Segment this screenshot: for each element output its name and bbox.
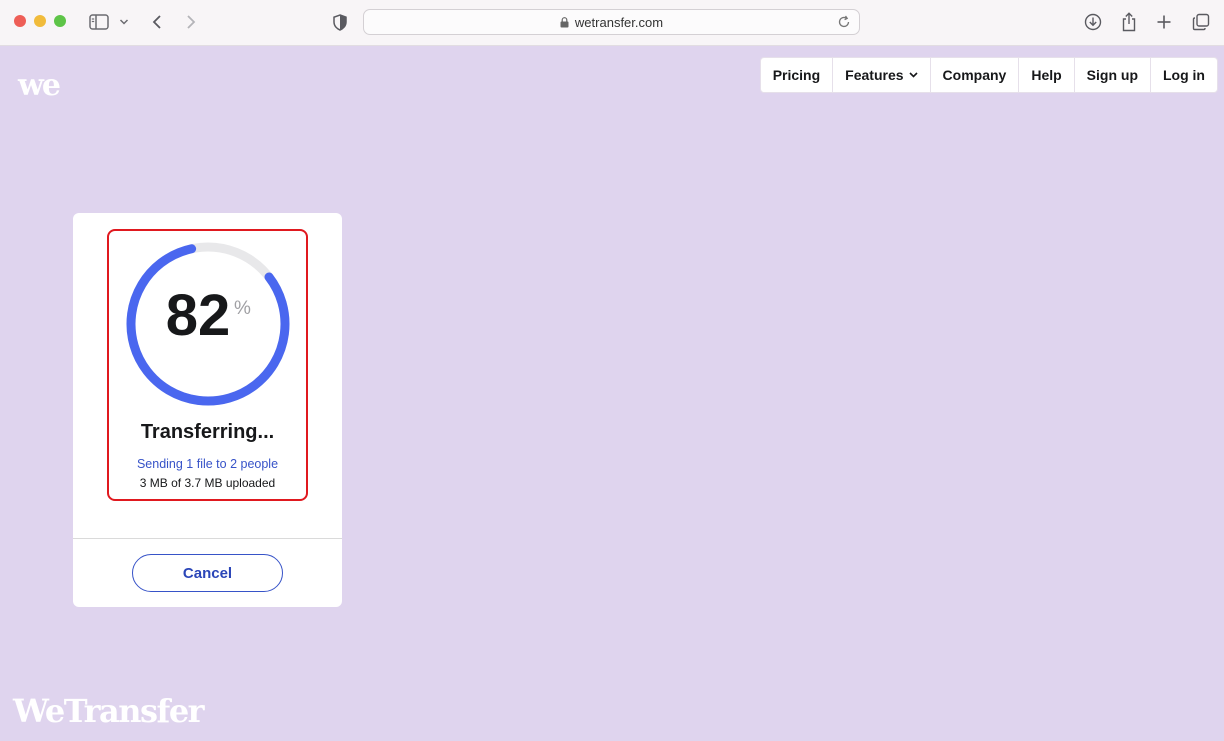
page-content: we Pricing Features Company Help Sign up… — [0, 47, 1224, 741]
maximize-window-button[interactable] — [54, 15, 66, 27]
nav-help[interactable]: Help — [1018, 58, 1073, 92]
downloads-icon[interactable] — [1083, 11, 1103, 33]
browser-toolbar: wetransfer.com — [0, 0, 1224, 46]
nav-sign-up[interactable]: Sign up — [1073, 58, 1150, 92]
back-icon[interactable] — [148, 11, 166, 33]
chevron-down-icon — [908, 72, 918, 78]
lock-icon — [560, 16, 569, 28]
share-icon[interactable] — [1119, 11, 1139, 33]
nav-features-label: Features — [845, 67, 904, 83]
top-nav: Pricing Features Company Help Sign up Lo… — [759, 57, 1218, 93]
highlight-box — [107, 229, 308, 501]
url-text: wetransfer.com — [574, 14, 664, 30]
nav-company[interactable]: Company — [929, 58, 1019, 92]
cancel-button[interactable]: Cancel — [132, 554, 283, 592]
chevron-down-icon[interactable] — [118, 11, 130, 33]
minimize-window-button[interactable] — [34, 15, 46, 27]
wetransfer-wordmark: WeTransfer — [13, 692, 205, 730]
we-logo[interactable]: we — [18, 71, 61, 101]
tab-overview-icon[interactable] — [1191, 11, 1211, 33]
close-window-button[interactable] — [14, 15, 26, 27]
nav-log-in[interactable]: Log in — [1150, 58, 1217, 92]
sidebar-toggle-icon[interactable] — [88, 11, 110, 33]
address-bar[interactable]: wetransfer.com — [363, 9, 860, 35]
card-divider — [73, 538, 342, 539]
forward-icon[interactable] — [182, 11, 200, 33]
nav-pricing[interactable]: Pricing — [761, 58, 832, 92]
nav-features[interactable]: Features — [832, 58, 929, 92]
privacy-shield-icon[interactable] — [331, 11, 349, 33]
transfer-card: 82 % Transferring... Sending 1 file to 2… — [73, 213, 342, 607]
new-tab-icon[interactable] — [1155, 11, 1173, 33]
reload-icon[interactable] — [837, 15, 851, 29]
